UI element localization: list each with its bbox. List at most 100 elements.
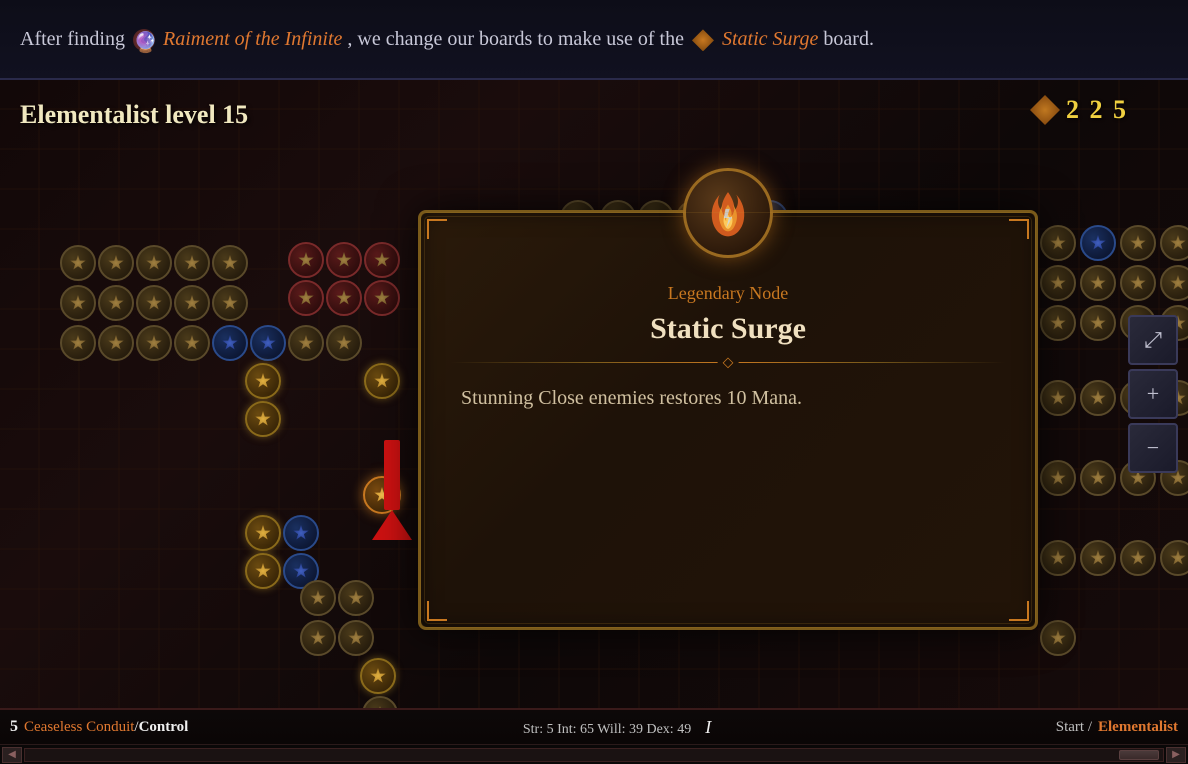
node-l17[interactable] [288, 325, 324, 361]
node-l6[interactable] [60, 285, 96, 321]
node-blue1[interactable] [283, 515, 319, 551]
node-lo6[interactable] [362, 696, 398, 708]
node-r8[interactable] [1160, 265, 1188, 301]
board-name-link[interactable]: Static Surge [722, 28, 818, 50]
node-r10[interactable] [1080, 305, 1116, 341]
node-l16[interactable] [250, 325, 286, 361]
node-l18[interactable] [326, 325, 362, 361]
status-board-name: Ceaseless Conduit [24, 719, 134, 736]
zoom-out-button[interactable]: − [1128, 423, 1178, 473]
node-l1[interactable] [60, 245, 96, 281]
item-name[interactable]: Raiment of the Infinite [163, 28, 342, 50]
node-l12[interactable] [98, 325, 134, 361]
node-tooltip: Legendary Node Static Surge Stunning Clo… [418, 210, 1038, 630]
node-l10[interactable] [212, 285, 248, 321]
node-r25[interactable] [1040, 620, 1076, 656]
zoom-controls: ⤢ + − [1128, 315, 1178, 473]
node-l2[interactable] [98, 245, 134, 281]
board-level-text: Elementalist level 15 [20, 100, 248, 129]
expand-button[interactable]: ⤢ [1128, 315, 1178, 365]
tooltip-description: Stunning Close enemies restores 10 Mana. [451, 383, 1005, 413]
node-r18[interactable] [1080, 460, 1116, 496]
top-bar: After finding 🔮 Raiment of the Infinite … [0, 0, 1188, 80]
node-l3[interactable] [136, 245, 172, 281]
scroll-bar[interactable]: ◀ ▶ [0, 744, 1188, 764]
currency-icon [1030, 95, 1060, 125]
status-stats: Str: 5 Int: 65 Will: 39 Dex: 49 [523, 722, 691, 737]
status-cursor-indicator: I [705, 717, 711, 737]
node-l15[interactable] [212, 325, 248, 361]
node-active2[interactable] [245, 363, 281, 399]
node-lo4[interactable] [338, 620, 374, 656]
node-rb2[interactable] [326, 280, 362, 316]
tooltip-icon [683, 168, 773, 258]
text-after: board. [823, 28, 874, 50]
node-l8[interactable] [136, 285, 172, 321]
board-icon [692, 29, 714, 51]
node-r1[interactable] [1040, 225, 1076, 261]
node-lo5[interactable] [360, 658, 396, 694]
node-active3[interactable] [245, 401, 281, 437]
node-rb6[interactable] [364, 242, 400, 278]
node-l14[interactable] [174, 325, 210, 361]
tooltip-node-name: Static Surge [451, 312, 1005, 346]
currency-display: 2 2 5 [1030, 95, 1128, 125]
node-r14[interactable] [1080, 380, 1116, 416]
top-bar-description: After finding 🔮 Raiment of the Infinite … [20, 25, 874, 53]
node-r23[interactable] [1120, 540, 1156, 576]
node-l4[interactable] [174, 245, 210, 281]
arrow-body [384, 440, 400, 510]
corner-tl [427, 219, 447, 239]
scroll-right-arrow[interactable]: ▶ [1166, 747, 1186, 763]
node-rb5[interactable] [326, 242, 362, 278]
arrow-head [372, 510, 412, 540]
item-icon: 🔮 [133, 29, 155, 51]
node-r5[interactable] [1040, 265, 1076, 301]
node-l5[interactable] [212, 245, 248, 281]
node-l7[interactable] [98, 285, 134, 321]
tooltip-divider [451, 362, 1005, 363]
node-r7[interactable] [1120, 265, 1156, 301]
node-lo3[interactable] [300, 620, 336, 656]
status-divider: Str: 5 Int: 65 Will: 39 Dex: 49 I [188, 717, 1055, 738]
scroll-track[interactable] [24, 748, 1164, 762]
corner-tr [1009, 219, 1029, 239]
node-r24[interactable] [1160, 540, 1188, 576]
status-start-label: Start / [1056, 719, 1092, 736]
node-rb4[interactable] [288, 242, 324, 278]
node-l11[interactable] [60, 325, 96, 361]
zoom-in-button[interactable]: + [1128, 369, 1178, 419]
node-r17[interactable] [1040, 460, 1076, 496]
node-active4[interactable] [245, 515, 281, 551]
status-end: Start / Elementalist [1056, 719, 1178, 736]
tooltip-category: Legendary Node [451, 283, 1005, 304]
node-r13[interactable] [1040, 380, 1076, 416]
node-r9[interactable] [1040, 305, 1076, 341]
node-r4[interactable] [1160, 225, 1188, 261]
game-area[interactable]: Elementalist level 15 2 2 5 [0, 80, 1188, 708]
status-board-type: Control [139, 719, 189, 736]
node-r6[interactable] [1080, 265, 1116, 301]
node-active5[interactable] [245, 553, 281, 589]
node-rb3[interactable] [364, 280, 400, 316]
node-l13[interactable] [136, 325, 172, 361]
fire-icon [703, 188, 753, 238]
status-bar: 5 Ceaseless Conduit / Control Str: 5 Int… [0, 708, 1188, 744]
level-display: Elementalist level 15 [20, 100, 248, 130]
node-r2[interactable] [1080, 225, 1116, 261]
node-l9[interactable] [174, 285, 210, 321]
node-r21[interactable] [1040, 540, 1076, 576]
scroll-thumb[interactable] [1119, 750, 1159, 760]
status-level: 5 [10, 718, 18, 736]
status-class-name: Elementalist [1098, 719, 1178, 736]
node-rb1[interactable] [288, 280, 324, 316]
node-lo2[interactable] [338, 580, 374, 616]
scroll-left-arrow[interactable]: ◀ [2, 747, 22, 763]
node-lo1[interactable] [300, 580, 336, 616]
node-active1[interactable] [364, 363, 400, 399]
node-r22[interactable] [1080, 540, 1116, 576]
corner-bl [427, 601, 447, 621]
text-before-item: After finding [20, 28, 125, 50]
text-middle: , we change our boards to make use of th… [347, 28, 684, 50]
node-r3[interactable] [1120, 225, 1156, 261]
